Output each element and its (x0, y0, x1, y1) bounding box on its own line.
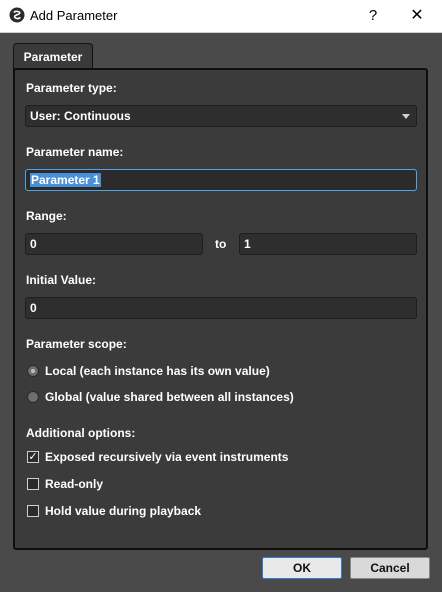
window-title: Add Parameter (30, 8, 118, 23)
initial-value-label: Initial Value: (26, 273, 97, 287)
read-only-checkbox[interactable] (27, 478, 39, 490)
help-button[interactable]: ? (362, 4, 384, 28)
chevron-down-icon (402, 114, 410, 119)
initial-value-input[interactable]: 0 (25, 297, 417, 319)
additional-options-label: Additional options: (26, 426, 136, 440)
cancel-button[interactable]: Cancel (350, 557, 430, 579)
parameter-type-select[interactable]: User: Continuous (25, 105, 417, 127)
exposed-recursively-checkbox[interactable]: ✓ (27, 451, 39, 463)
parameter-type-label: Parameter type: (26, 81, 117, 95)
parameter-name-label: Parameter name: (26, 145, 124, 159)
tab-parameter[interactable]: Parameter (13, 43, 93, 70)
scope-global-radio[interactable] (27, 391, 39, 403)
hold-value-label[interactable]: Hold value during playback (45, 504, 201, 518)
exposed-recursively-label[interactable]: Exposed recursively via event instrument… (45, 450, 288, 464)
range-label: Range: (26, 209, 67, 223)
parameter-name-input[interactable]: Parameter 1 (25, 169, 417, 191)
hold-value-checkbox[interactable] (27, 505, 39, 517)
close-button[interactable]: ✕ (404, 4, 430, 28)
scope-local-radio[interactable] (27, 365, 39, 377)
range-min-input[interactable]: 0 (25, 233, 203, 255)
scope-local-label[interactable]: Local (each instance has its own value) (45, 364, 270, 378)
range-max-input[interactable]: 1 (239, 233, 417, 255)
range-to-label: to (215, 237, 227, 251)
scope-global-label[interactable]: Global (value shared between all instanc… (45, 390, 294, 404)
parameter-type-value: User: Continuous (30, 109, 131, 123)
title-bar: Add Parameter ? ✕ (0, 0, 442, 33)
ok-button[interactable]: OK (262, 557, 342, 579)
read-only-label[interactable]: Read-only (45, 477, 103, 491)
parameter-name-value: Parameter 1 (30, 173, 101, 187)
app-logo-icon (9, 7, 25, 23)
parameter-scope-label: Parameter scope: (26, 337, 127, 351)
